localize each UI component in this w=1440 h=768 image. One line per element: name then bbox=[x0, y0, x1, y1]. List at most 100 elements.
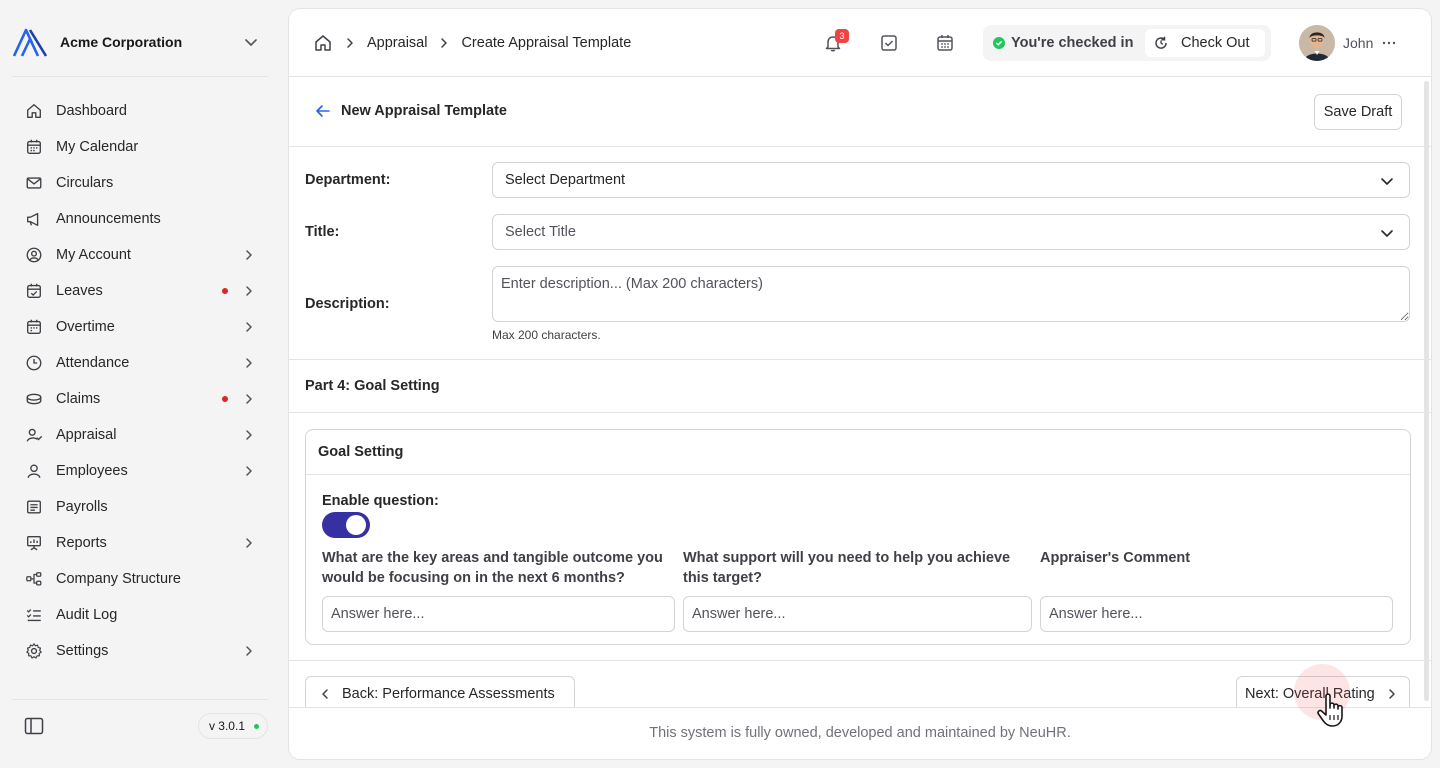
sidebar-item-overtime[interactable]: Overtime bbox=[12, 309, 268, 345]
org-switcher[interactable]: Acme Corporation bbox=[12, 24, 268, 60]
answer-input[interactable] bbox=[683, 596, 1032, 632]
check-in-status-text: You're checked in bbox=[1011, 35, 1134, 51]
chevron-right-icon bbox=[441, 38, 448, 48]
sidebar-item-label: Reports bbox=[56, 535, 107, 551]
sidebar-item-label: Audit Log bbox=[56, 607, 118, 623]
chevron-right-icon bbox=[246, 466, 252, 476]
goal-setting-card: Goal Setting Enable question: What are t… bbox=[305, 429, 1411, 645]
page-footer: This system is fully owned, developed an… bbox=[289, 707, 1431, 759]
sidebar-item-attendance[interactable]: Attendance bbox=[12, 345, 268, 381]
arrow-left-icon[interactable] bbox=[313, 101, 333, 121]
sidebar-item-appraisal[interactable]: Appraisal bbox=[12, 417, 268, 453]
main-panel: Appraisal Create Appraisal Template 3 Yo… bbox=[288, 8, 1432, 760]
presentation-icon bbox=[24, 533, 44, 553]
home-icon bbox=[24, 101, 44, 121]
sidebar-item-audit-log[interactable]: Audit Log bbox=[12, 597, 268, 633]
chevron-right-icon bbox=[246, 358, 252, 368]
title-select-value: Select Title bbox=[505, 224, 576, 240]
save-draft-button[interactable]: Save Draft bbox=[1314, 94, 1402, 130]
coins-icon bbox=[24, 389, 44, 409]
sidebar-item-label: Payrolls bbox=[56, 499, 108, 515]
sidebar-item-label: My Calendar bbox=[56, 139, 139, 155]
mail-icon bbox=[24, 173, 44, 193]
sidebar-item-circulars[interactable]: Circulars bbox=[12, 165, 268, 201]
enable-question-toggle[interactable] bbox=[322, 512, 370, 538]
sidebar-item-reports[interactable]: Reports bbox=[12, 525, 268, 561]
check-in-status: You're checked in bbox=[993, 35, 1133, 51]
department-select[interactable]: Select Department bbox=[492, 162, 1410, 198]
chevron-down-icon[interactable] bbox=[242, 33, 260, 51]
check-circle-icon bbox=[993, 37, 1005, 49]
sidebar-item-my-calendar[interactable]: My Calendar bbox=[12, 129, 268, 165]
calendar-icon bbox=[24, 137, 44, 157]
answer-input[interactable] bbox=[1040, 596, 1393, 632]
calendar-clock-icon bbox=[24, 317, 44, 337]
description-field[interactable] bbox=[492, 266, 1410, 322]
section-divider bbox=[289, 660, 1431, 661]
chevron-right-icon bbox=[1389, 689, 1395, 699]
sidebar-item-claims[interactable]: Claims bbox=[12, 381, 268, 417]
chevron-right-icon bbox=[246, 250, 252, 260]
breadcrumb-current: Create Appraisal Template bbox=[461, 35, 632, 51]
question-label: What are the key areas and tangible outc… bbox=[322, 550, 663, 586]
chevron-right-icon bbox=[347, 38, 353, 48]
breadcrumb-appraisal[interactable]: Appraisal bbox=[367, 35, 427, 51]
breadcrumb: Appraisal Create Appraisal Template bbox=[313, 33, 631, 53]
sidebar-item-dashboard[interactable]: Dashboard bbox=[12, 93, 268, 129]
clock-refresh-icon bbox=[1155, 36, 1167, 49]
answer-input[interactable] bbox=[322, 596, 675, 632]
status-dot bbox=[254, 724, 259, 729]
task-check-icon[interactable] bbox=[879, 33, 899, 53]
chevron-right-icon bbox=[246, 646, 252, 656]
title-label: Title: bbox=[305, 224, 340, 240]
enable-question-label: Enable question: bbox=[322, 493, 439, 509]
sidebar-item-label: Circulars bbox=[56, 175, 114, 191]
scrollbar[interactable] bbox=[1424, 81, 1429, 701]
chevron-right-icon bbox=[246, 286, 252, 296]
sidebar-item-label: Employees bbox=[56, 463, 128, 479]
home-icon[interactable] bbox=[313, 33, 333, 53]
sidebar-item-company-structure[interactable]: Company Structure bbox=[12, 561, 268, 597]
hand-cursor-icon bbox=[1317, 693, 1343, 727]
page-header: New Appraisal Template Save Draft bbox=[289, 77, 1431, 147]
notification-dot bbox=[222, 396, 228, 402]
card-header: Goal Setting bbox=[306, 430, 1410, 475]
network-icon bbox=[24, 569, 44, 589]
chevron-down-icon bbox=[1381, 178, 1393, 185]
question-label: Appraiser's Comment bbox=[1040, 550, 1191, 566]
user-photo bbox=[1299, 25, 1335, 61]
sidebar-item-payrolls[interactable]: Payrolls bbox=[12, 489, 268, 525]
megaphone-icon bbox=[24, 209, 44, 229]
sidebar-item-settings[interactable]: Settings bbox=[12, 633, 268, 669]
list-checks-icon bbox=[24, 605, 44, 625]
sidebar-toggle-icon[interactable] bbox=[24, 717, 44, 735]
sidebar-item-announcements[interactable]: Announcements bbox=[12, 201, 268, 237]
toggle-knob bbox=[346, 515, 366, 535]
more-horizontal-icon[interactable] bbox=[1381, 35, 1397, 51]
user-circle-icon bbox=[24, 245, 44, 265]
sidebar: Acme Corporation Dashboard My Calendar C… bbox=[0, 0, 280, 768]
calendar-check-icon bbox=[24, 281, 44, 301]
sidebar-item-my-account[interactable]: My Account bbox=[12, 237, 268, 273]
sidebar-item-label: Overtime bbox=[56, 319, 115, 335]
title-select[interactable]: Select Title bbox=[492, 214, 1410, 250]
calendar-icon[interactable] bbox=[935, 33, 955, 53]
notification-count-badge: 3 bbox=[835, 29, 849, 43]
sidebar-footer: v 3.0.1 bbox=[12, 708, 268, 744]
top-bar: Appraisal Create Appraisal Template 3 Yo… bbox=[289, 9, 1431, 77]
version-text: v 3.0.1 bbox=[208, 719, 245, 733]
sidebar-item-employees[interactable]: Employees bbox=[12, 453, 268, 489]
chevron-right-icon bbox=[246, 322, 252, 332]
version-badge: v 3.0.1 bbox=[197, 713, 268, 739]
user-icon bbox=[24, 461, 44, 481]
page-title: New Appraisal Template bbox=[341, 103, 507, 119]
sidebar-item-leaves[interactable]: Leaves bbox=[12, 273, 268, 309]
check-out-button[interactable]: Check Out bbox=[1145, 29, 1265, 57]
user-check-icon bbox=[24, 425, 44, 445]
check-out-label: Check Out bbox=[1181, 35, 1250, 51]
avatar[interactable] bbox=[1299, 25, 1335, 61]
chevron-right-icon bbox=[246, 394, 252, 404]
user-name[interactable]: John bbox=[1343, 35, 1373, 51]
description-hint: Max 200 characters. bbox=[492, 328, 601, 342]
sidebar-item-label: Announcements bbox=[56, 211, 161, 227]
